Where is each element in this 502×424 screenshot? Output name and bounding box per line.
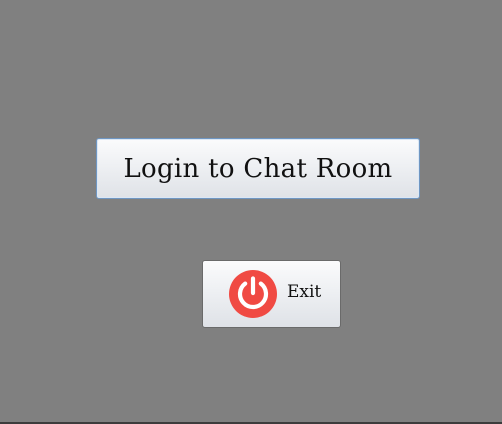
power-icon — [228, 269, 278, 319]
exit-button-label: Exit — [287, 282, 322, 302]
exit-button[interactable]: Exit — [202, 260, 341, 328]
login-to-chat-room-button[interactable]: Login to Chat Room — [96, 138, 420, 199]
login-button-label: Login to Chat Room — [123, 153, 393, 184]
window-background — [0, 0, 502, 422]
